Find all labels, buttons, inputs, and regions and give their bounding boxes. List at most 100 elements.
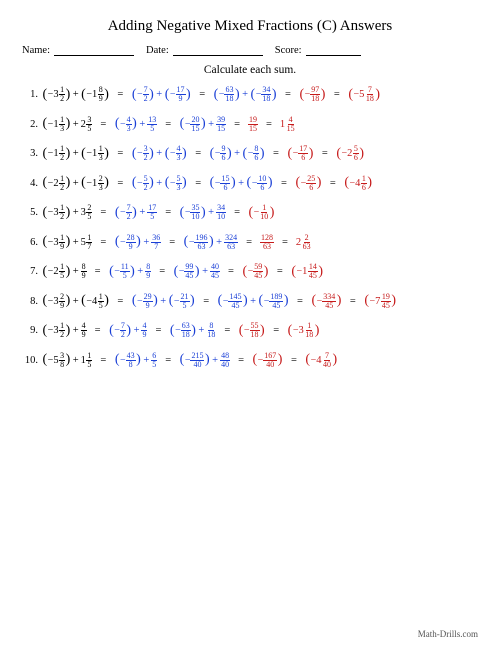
equals-sign: =: [273, 148, 279, 159]
expression-step: (−438)+65: [114, 352, 157, 369]
score-line: [306, 45, 361, 56]
problem-row: 6.(−319)+517=(−289)+367=(−19663)+32463=1…: [22, 234, 478, 251]
expression-step: (−11445): [291, 263, 324, 280]
expression-step: (−72)+49: [109, 322, 148, 339]
expression-step: (−6318)+(−3418): [213, 86, 277, 103]
equals-sign: =: [195, 148, 201, 159]
problem-row: 9.(−312)+49=(−72)+49=(−6318)+818=(−5518)…: [22, 322, 478, 339]
expression-step: 1415: [280, 116, 296, 133]
problem-number: 1.: [22, 89, 38, 100]
equals-sign: =: [238, 355, 244, 366]
expression-step: (−96)+(−86): [209, 145, 265, 162]
equals-sign: =: [169, 237, 175, 248]
equals-sign: =: [155, 325, 161, 336]
expression-step: (−256): [295, 175, 322, 192]
expression-step: (−72)+175: [114, 204, 157, 221]
expression-step: (−115)+89: [109, 263, 152, 280]
expression-step: (−215)+89: [42, 263, 87, 280]
equals-sign: =: [330, 178, 336, 189]
problem-number: 8.: [22, 296, 38, 307]
equals-sign: =: [282, 237, 288, 248]
equals-sign: =: [117, 89, 123, 100]
expression-step: (−2015)+3915: [179, 116, 226, 133]
expression-step: (−72)+(−179): [131, 86, 191, 103]
expression-step: (−319)+517: [42, 234, 92, 251]
equals-sign: =: [285, 89, 291, 100]
expression-step: (−71945): [364, 293, 397, 310]
problem-number: 3.: [22, 148, 38, 159]
expression-step: (−9718): [299, 86, 326, 103]
expression-step: (−14545)+(−18945): [217, 293, 289, 310]
problem-number: 6.: [22, 237, 38, 248]
equals-sign: =: [234, 119, 240, 130]
equals-sign: =: [100, 207, 106, 218]
problem-row: 2. (−113)+235 = (−43)+135 = (−2015)+3915 = 1915…: [22, 116, 478, 133]
problem-row: 1. (−312)+(−189) = (−72)+(−179) = (−6318)+(−3…: [22, 86, 478, 103]
date-label: Date:: [146, 45, 169, 56]
equals-sign: =: [159, 266, 165, 277]
equals-sign: =: [277, 266, 283, 277]
problem-row: 10.(−538)+115=(−438)+65=(−21540)+4840=(−…: [22, 352, 478, 369]
expression-step: (−33445): [311, 293, 342, 310]
equals-sign: =: [203, 296, 209, 307]
name-field: Name:: [22, 45, 134, 56]
expression-step: (−110): [248, 204, 275, 221]
expression-step: (−312)+325: [42, 204, 92, 221]
expression-step: (−5945): [242, 263, 269, 280]
equals-sign: =: [266, 119, 272, 130]
expression-step: (−9945)+4045: [173, 263, 220, 280]
equals-sign: =: [117, 296, 123, 307]
equals-sign: =: [117, 148, 123, 159]
equals-sign: =: [246, 237, 252, 248]
problem-number: 5.: [22, 207, 38, 218]
equals-sign: =: [234, 207, 240, 218]
expression-step: (−212)+(−123): [42, 175, 109, 192]
page-title: Adding Negative Mixed Fractions (C) Answ…: [22, 18, 478, 35]
expression-step: (−19663)+32463: [183, 234, 238, 251]
expression-step: (−176): [287, 145, 314, 162]
problem-row: 4.(−212)+(−123)=(−52)+(−53)=(−156)+(−106…: [22, 175, 478, 192]
problem-number: 2.: [22, 119, 38, 130]
equals-sign: =: [199, 89, 205, 100]
expression-step: (−43)+135: [114, 116, 157, 133]
expression-step: (−312)+(−189): [42, 86, 109, 103]
problem-number: 10.: [22, 355, 38, 366]
score-label: Score:: [275, 45, 302, 56]
equals-sign: =: [165, 355, 171, 366]
expression-step: (−3510)+3410: [179, 204, 226, 221]
expression-step: (−289)+367: [114, 234, 161, 251]
expression-step: (−6318)+818: [169, 322, 216, 339]
expression-step: (−312)+49: [42, 322, 87, 339]
equals-sign: =: [334, 89, 340, 100]
equals-sign: =: [297, 296, 303, 307]
expression-step: (−32)+(−43): [131, 145, 187, 162]
expression-step: (−4740): [305, 352, 338, 369]
problem-list: 1. (−312)+(−189) = (−72)+(−179) = (−6318)+(−3…: [22, 86, 478, 369]
problem-row: 5. (−312)+325 = (−72)+175 = (−3510)+3410 = (−11…: [22, 204, 478, 221]
problem-row: 3.(−112)+(−113)=(−32)+(−43)=(−96)+(−86)=…: [22, 145, 478, 162]
expression-step: (−3118): [287, 322, 320, 339]
score-field: Score:: [275, 45, 361, 56]
equals-sign: =: [281, 178, 287, 189]
problem-row: 7.(−215)+89=(−115)+89=(−9945)+4045=(−594…: [22, 263, 478, 280]
expression-step: (−416): [344, 175, 373, 192]
expression-step: (−113)+235: [42, 116, 92, 133]
expression-step: 1915: [248, 116, 258, 133]
name-label: Name:: [22, 45, 50, 56]
expression-step: 2263: [296, 234, 312, 251]
equals-sign: =: [291, 355, 297, 366]
equals-sign: =: [165, 207, 171, 218]
equals-sign: =: [165, 119, 171, 130]
equals-sign: =: [228, 266, 234, 277]
equals-sign: =: [100, 237, 106, 248]
expression-step: (−156)+(−106): [209, 175, 273, 192]
expression-step: (−256): [336, 145, 365, 162]
equals-sign: =: [195, 178, 201, 189]
date-line: [173, 45, 263, 56]
footer-credit: Math-Drills.com: [418, 629, 478, 639]
expression-step: (−329)+(−415): [42, 293, 109, 310]
name-line: [54, 45, 134, 56]
expression-step: (−299)+(−215): [131, 293, 195, 310]
problem-row: 8. (−329)+(−415) = (−299)+(−215) = (−14545)+(…: [22, 293, 478, 310]
problem-number: 9.: [22, 325, 38, 336]
